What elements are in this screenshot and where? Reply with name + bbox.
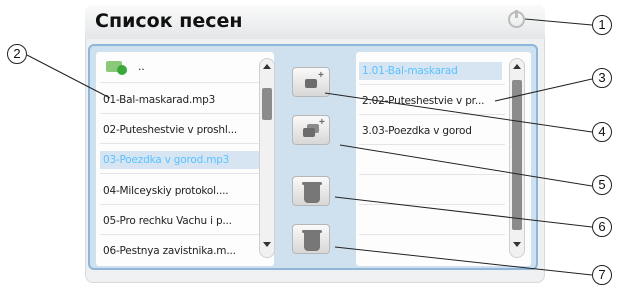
callout-5: 5 [592,175,612,195]
callout-6: 6 [592,217,612,237]
callout-4: 4 [592,122,612,142]
callout-7: 7 [592,265,612,285]
callout-lines [26,18,593,276]
callout-2: 2 [7,44,27,64]
callout-3: 3 [592,68,612,88]
callout-1: 1 [592,15,612,35]
